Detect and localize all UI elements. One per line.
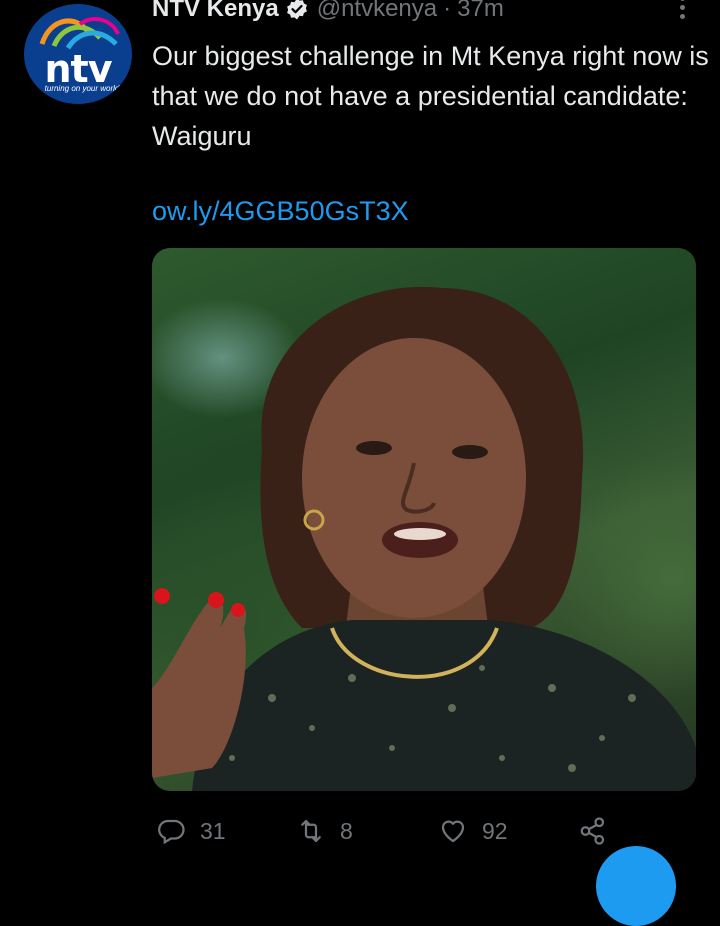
share-icon xyxy=(580,817,605,845)
avatar[interactable]: ntv turning on your world xyxy=(24,4,132,104)
more-options-icon[interactable] xyxy=(672,0,692,28)
timestamp[interactable]: 37m xyxy=(457,0,504,23)
tweet-actions-bar: 31 8 92 xyxy=(0,806,720,856)
like-button[interactable]: 92 xyxy=(438,806,508,856)
share-button[interactable] xyxy=(578,806,622,856)
handle[interactable]: @ntvkenya xyxy=(317,0,437,23)
retweet-count: 8 xyxy=(340,817,353,844)
portrait-illustration xyxy=(152,286,696,791)
ntv-tagline: turning on your world xyxy=(44,84,120,93)
compose-tweet-button[interactable] xyxy=(596,846,676,926)
retweet-button[interactable]: 8 xyxy=(296,806,353,856)
separator: · xyxy=(443,0,452,22)
retweet-icon xyxy=(301,819,321,843)
reply-button[interactable]: 31 xyxy=(156,806,226,856)
like-icon xyxy=(441,820,465,843)
tweet-header: NTV Kenya @ntvkenya · 37m xyxy=(152,0,504,26)
reply-count: 31 xyxy=(200,817,226,844)
reply-icon xyxy=(158,819,185,845)
tweet-media-photo[interactable] xyxy=(152,248,696,791)
tweet-link[interactable]: ow.ly/4GGB50GsT3X xyxy=(152,196,409,227)
ntv-logo-text: ntv xyxy=(44,47,113,91)
like-count: 92 xyxy=(482,817,508,844)
display-name[interactable]: NTV Kenya xyxy=(152,0,279,23)
verified-badge-icon xyxy=(285,0,309,21)
tweet-text: Our biggest challenge in Mt Kenya right … xyxy=(152,41,709,151)
